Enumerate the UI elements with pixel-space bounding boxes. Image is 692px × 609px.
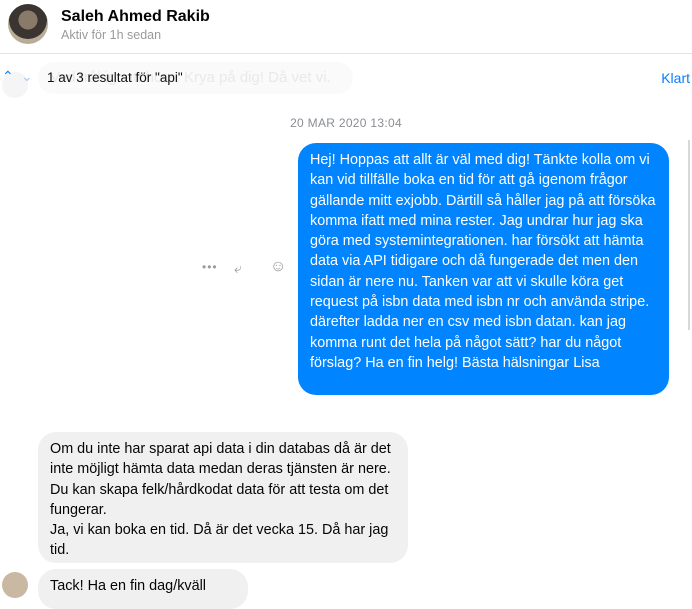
chat-header: Saleh Ahmed Rakib Aktiv för 1h sedan: [0, 0, 692, 54]
more-icon[interactable]: •••: [202, 260, 218, 274]
search-result-count: 1 av 3 resultat för "api": [47, 70, 183, 85]
scrollbar[interactable]: [688, 140, 690, 330]
reply-icon[interactable]: ⤶: [234, 260, 242, 277]
avatar[interactable]: [8, 4, 48, 44]
done-button[interactable]: Klart: [661, 70, 690, 86]
contact-avatar: [2, 572, 28, 598]
message-outgoing[interactable]: Hej! Hoppas att allt är väl med dig! Tän…: [298, 143, 669, 395]
chevron-up-icon[interactable]: ⌃: [2, 68, 14, 85]
emoji-reaction-icon[interactable]: ☺: [270, 258, 286, 276]
timestamp: 20 MAR 2020 13:04: [290, 116, 402, 130]
message-incoming[interactable]: Tack! Ha en fin dag/kväll: [38, 569, 248, 609]
active-status: Aktiv för 1h sedan: [61, 28, 162, 42]
message-incoming[interactable]: Om du inte har sparat api data i din dat…: [38, 432, 408, 563]
chevron-down-icon[interactable]: ⌄: [21, 68, 33, 85]
contact-name[interactable]: Saleh Ahmed Rakib: [61, 8, 210, 26]
search-results-bar: ⌃ ⌄ 1 av 3 resultat för "api" Klart: [0, 66, 692, 90]
